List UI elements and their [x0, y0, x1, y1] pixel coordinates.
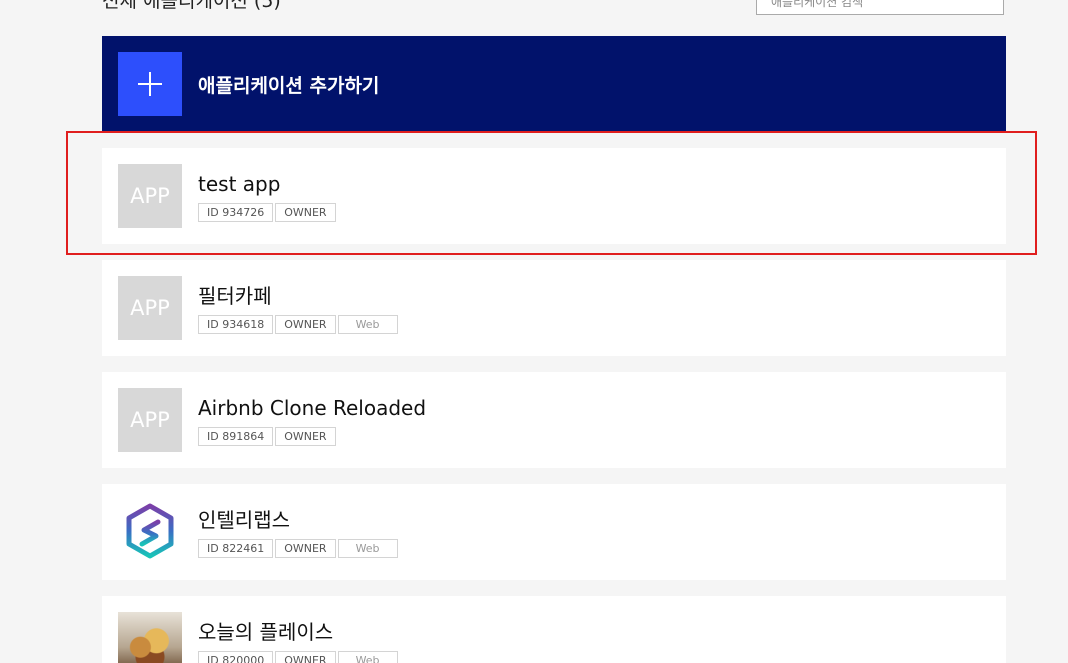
role-badge: OWNER	[275, 314, 336, 334]
platform-badge: Web	[337, 538, 398, 558]
app-placeholder-icon: APP	[118, 388, 182, 452]
add-application-button[interactable]: 애플리케이션 추가하기	[102, 36, 1006, 132]
search-input[interactable]: 애플리케이션 검색	[756, 0, 1004, 15]
app-name: 오늘의 플레이스	[198, 619, 334, 644]
plus-icon	[118, 52, 182, 116]
app-card-today-place[interactable]: 오늘의 플레이스 ID 820000 OWNER Web	[102, 596, 1006, 663]
app-id-badge: ID 891864	[198, 426, 274, 446]
hexagon-logo-icon	[118, 500, 182, 564]
role-badge: OWNER	[275, 202, 336, 222]
app-name: test app	[198, 171, 281, 196]
app-name: 인텔리랩스	[198, 507, 290, 532]
app-id-badge: ID 934618	[198, 314, 274, 334]
app-placeholder-icon: APP	[118, 164, 182, 228]
app-card-test-app[interactable]: APP test app ID 934726 OWNER	[102, 148, 1006, 244]
page-title: 전체 애플리케이션 (5)	[102, 0, 281, 12]
food-photo-icon	[118, 612, 182, 663]
app-card-intellilabs[interactable]: 인텔리랩스 ID 822461 OWNER Web	[102, 484, 1006, 580]
app-card-filter-cafe[interactable]: APP 필터카페 ID 934618 OWNER Web	[102, 260, 1006, 356]
app-placeholder-icon: APP	[118, 276, 182, 340]
app-list-page: 전체 애플리케이션 (5) 애플리케이션 검색 애플리케이션 추가하기 APP …	[0, 0, 1068, 663]
platform-badge: Web	[337, 650, 398, 663]
add-application-label: 애플리케이션 추가하기	[198, 74, 380, 97]
app-name: Airbnb Clone Reloaded	[198, 395, 427, 420]
role-badge: OWNER	[275, 650, 336, 663]
role-badge: OWNER	[275, 538, 336, 558]
app-id-badge: ID 934726	[198, 202, 274, 222]
platform-badge: Web	[337, 314, 398, 334]
role-badge: OWNER	[275, 426, 336, 446]
app-id-badge: ID 820000	[198, 650, 274, 663]
app-id-badge: ID 822461	[198, 538, 274, 558]
app-name: 필터카페	[198, 283, 272, 308]
app-card-airbnb-clone[interactable]: APP Airbnb Clone Reloaded ID 891864 OWNE…	[102, 372, 1006, 468]
